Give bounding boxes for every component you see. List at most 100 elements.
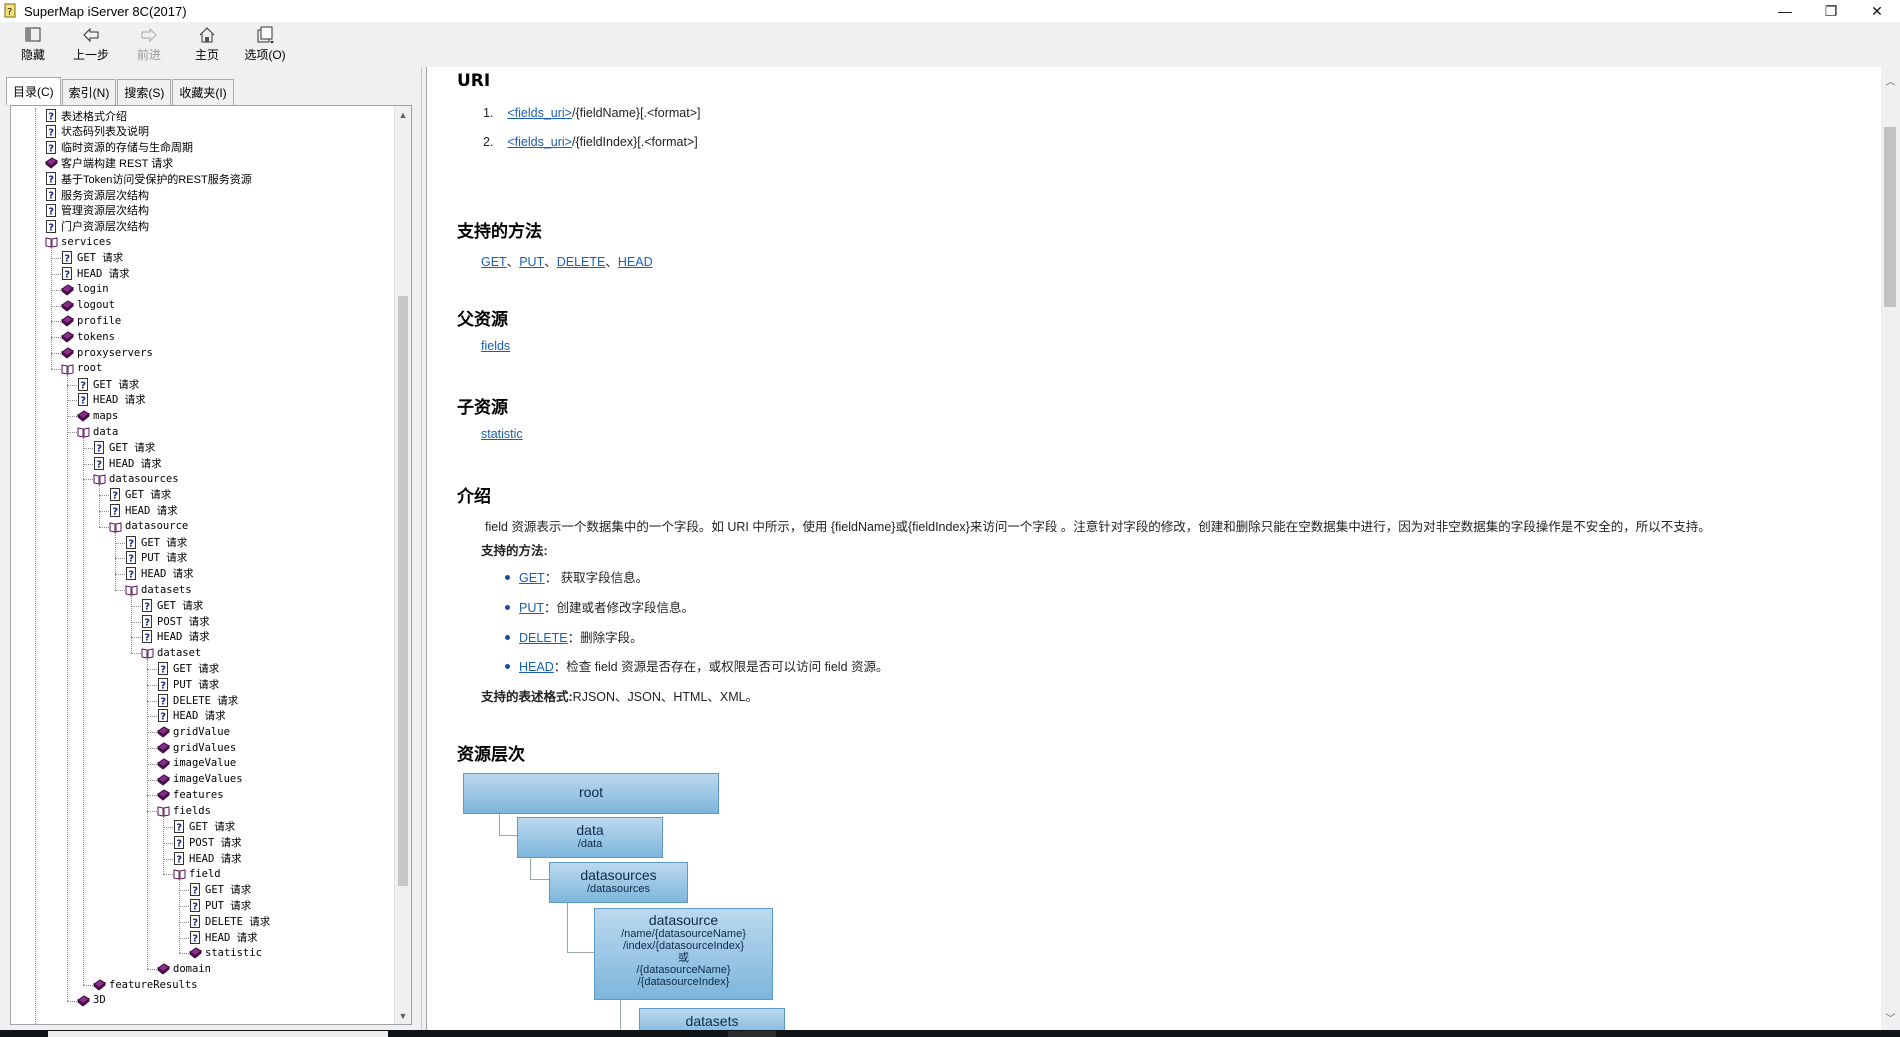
taskbar-item[interactable] <box>728 1031 776 1037</box>
hierarchy-node-datasource[interactable]: datasource /name/{datasourceName} /index… <box>594 908 773 1000</box>
tree-item[interactable]: ? HEAD 请求 <box>77 392 146 407</box>
taskbar-window-preview[interactable] <box>48 1031 388 1037</box>
child-link[interactable]: statistic <box>481 427 523 441</box>
options-button[interactable]: 选项(O) <box>236 22 294 66</box>
method-link-put[interactable]: PUT <box>519 255 544 269</box>
close-button[interactable]: ✕ <box>1854 0 1900 22</box>
tree-item[interactable]: gridValue <box>157 724 230 739</box>
hide-button[interactable]: 隐藏 <box>4 22 62 66</box>
tree-item[interactable]: login <box>61 282 109 297</box>
hierarchy-node-data[interactable]: data /data <box>517 817 663 858</box>
tree-item[interactable]: ? PUT 请求 <box>189 898 251 913</box>
tree-item[interactable]: ? 表述格式介绍 <box>45 108 127 123</box>
svg-text:?: ? <box>64 254 70 265</box>
tree-item[interactable]: ? HEAD 请求 <box>157 708 226 723</box>
tree-item[interactable]: datasources <box>93 471 179 486</box>
tree-item[interactable]: ? 门户资源层次结构 <box>45 219 149 234</box>
tree-item[interactable]: ? HEAD 请求 <box>109 503 178 518</box>
tree-item[interactable]: gridValues <box>157 740 236 755</box>
tree-item[interactable]: 3D <box>77 993 106 1008</box>
tree-item[interactable]: featureResults <box>93 977 198 992</box>
fields-uri-link[interactable]: <fields_uri> <box>507 135 572 149</box>
tree-item[interactable]: logout <box>61 298 115 313</box>
tab-favorites[interactable]: 收藏夹(I) <box>172 79 234 105</box>
tree-item[interactable]: datasets <box>125 582 192 597</box>
method-link-delete[interactable]: DELETE <box>557 255 606 269</box>
tree-item[interactable]: ? POST 请求 <box>141 614 210 629</box>
svg-text:?: ? <box>192 902 198 913</box>
tree-item[interactable]: ? HEAD 请求 <box>189 930 258 945</box>
scroll-up-arrow-icon[interactable]: ▲ <box>395 106 411 123</box>
tree-item[interactable]: ? PUT 请求 <box>157 677 219 692</box>
tree-item[interactable]: ? GET 请求 <box>109 487 171 502</box>
parent-link[interactable]: fields <box>481 339 510 353</box>
hierarchy-node-root[interactable]: root <box>463 773 719 814</box>
back-button[interactable]: 上一步 <box>62 22 120 66</box>
tree-item[interactable]: ? HEAD 请求 <box>125 566 194 581</box>
tree-item[interactable]: statistic <box>189 945 262 960</box>
tree-item[interactable]: ? PUT 请求 <box>125 550 187 565</box>
hierarchy-node-datasources[interactable]: datasources /datasources <box>549 862 688 903</box>
put-link[interactable]: PUT <box>519 601 544 615</box>
tree-item[interactable]: fields <box>157 803 211 818</box>
get-link[interactable]: GET <box>519 571 545 585</box>
tree-item[interactable]: data <box>77 424 118 439</box>
tree-scrollbar[interactable]: ▲ ▼ <box>394 106 411 1024</box>
forward-button[interactable]: 前进 <box>120 22 178 66</box>
delete-link[interactable]: DELETE <box>519 631 568 645</box>
content-scroll-thumb[interactable] <box>1884 127 1896 307</box>
fields-uri-link[interactable]: <fields_uri> <box>507 106 572 120</box>
home-button[interactable]: 主页 <box>178 22 236 66</box>
tree-item[interactable]: services <box>45 234 112 249</box>
tree-item[interactable]: root <box>61 361 102 376</box>
tree-item[interactable]: ? HEAD 请求 <box>61 266 130 281</box>
tree-item[interactable]: profile <box>61 313 121 328</box>
scroll-up-arrow-icon[interactable]: ︿ <box>1881 71 1900 89</box>
tree-item[interactable]: ? DELETE 请求 <box>157 693 238 708</box>
tree-item[interactable]: features <box>157 787 224 802</box>
tree-item[interactable]: ? 服务资源层次结构 <box>45 187 149 202</box>
content-scrollbar[interactable]: ︿ ﹀ <box>1881 67 1900 1030</box>
method-link-get[interactable]: GET <box>481 255 507 269</box>
tree-item[interactable]: proxyservers <box>61 345 153 360</box>
tree-item[interactable]: domain <box>157 961 211 976</box>
tab-index[interactable]: 索引(N) <box>61 79 117 105</box>
tree-item[interactable]: field <box>173 866 221 881</box>
tree-item[interactable]: tokens <box>61 329 115 344</box>
minimize-button[interactable]: — <box>1762 0 1808 22</box>
tree-item[interactable]: ? GET 请求 <box>141 598 203 613</box>
tree-item[interactable]: ? HEAD 请求 <box>173 851 242 866</box>
tree-item[interactable]: imageValues <box>157 772 243 787</box>
tree-scroll-thumb[interactable] <box>398 296 408 886</box>
tree-item[interactable]: imageValue <box>157 756 236 771</box>
head-link[interactable]: HEAD <box>519 660 554 674</box>
hierarchy-node-datasets[interactable]: datasets <box>639 1008 785 1030</box>
tree-item[interactable]: 客户端构建 REST 请求 <box>45 155 173 170</box>
tree-item[interactable]: ? GET 请求 <box>189 882 251 897</box>
tab-search[interactable]: 搜索(S) <box>117 79 172 105</box>
tree-item[interactable]: dataset <box>141 645 201 660</box>
scroll-down-arrow-icon[interactable]: ▼ <box>395 1007 411 1024</box>
tab-contents[interactable]: 目录(C) <box>6 77 61 105</box>
tree-item[interactable]: ? 临时资源的存储与生命周期 <box>45 140 193 155</box>
tree-item[interactable]: ? GET 请求 <box>173 819 235 834</box>
tree-item[interactable]: ? GET 请求 <box>157 661 219 676</box>
tree-item[interactable]: ? GET 请求 <box>93 440 155 455</box>
tree-item[interactable]: ? GET 请求 <box>77 377 139 392</box>
tree-item[interactable]: ? 管理资源层次结构 <box>45 203 149 218</box>
tree-item[interactable]: maps <box>77 408 118 423</box>
closed-book-icon <box>61 347 74 359</box>
scroll-down-arrow-icon[interactable]: ﹀ <box>1881 1008 1900 1026</box>
tree-item[interactable]: ? GET 请求 <box>125 535 187 550</box>
tree-item[interactable]: ? HEAD 请求 <box>141 629 210 644</box>
tree-item[interactable]: ? GET 请求 <box>61 250 123 265</box>
method-link-head[interactable]: HEAD <box>618 255 653 269</box>
tree-item[interactable]: ? 状态码列表及说明 <box>45 124 149 139</box>
tree-item[interactable]: ? HEAD 请求 <box>93 456 162 471</box>
tree-item[interactable]: ? POST 请求 <box>173 835 242 850</box>
restore-button[interactable]: ❐ <box>1808 0 1854 22</box>
tree-item[interactable]: ? DELETE 请求 <box>189 914 270 929</box>
tree-item-label: HEAD 请求 <box>189 852 242 865</box>
tree-item[interactable]: ? 基于Token访问受保护的REST服务资源 <box>45 171 252 186</box>
tree-item[interactable]: datasource <box>109 519 188 534</box>
